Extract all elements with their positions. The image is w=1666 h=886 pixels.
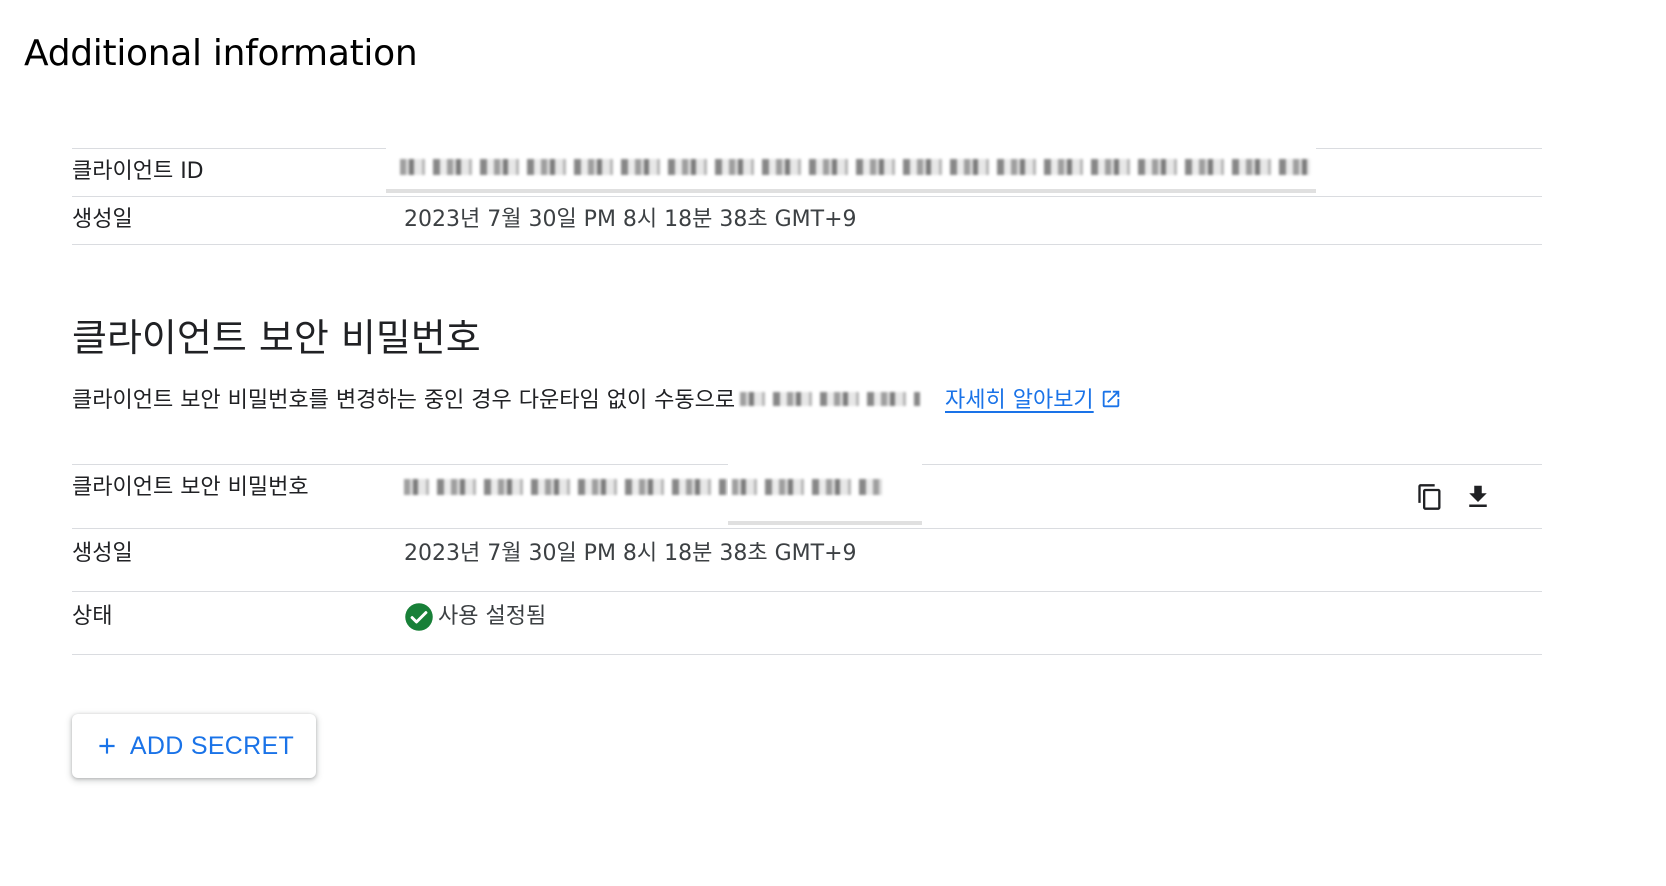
- secret-created-value: 2023년 7월 30일 PM 8시 18분 38초 GMT+9: [404, 541, 857, 566]
- client-id-row: 클라이언트 ID: [72, 141, 1542, 197]
- check-circle-icon: [405, 603, 433, 631]
- client-id-label: 클라이언트 ID: [72, 159, 204, 184]
- client-id-value-redacted[interactable]: [386, 141, 1316, 193]
- client-info-table: 클라이언트 ID 생성일 2023년 7월 30일 PM 8시 18분 38초 …: [72, 141, 1542, 245]
- secret-status-row: 상태 사용 설정됨: [72, 592, 1542, 655]
- redacted-text: [400, 159, 1310, 175]
- section-description: 클라이언트 보안 비밀번호를 변경하는 중인 경우 다운타임 없이 수동으로: [72, 385, 735, 417]
- redacted-text: [732, 479, 882, 495]
- client-created-label: 생성일: [72, 207, 133, 232]
- learn-more-link[interactable]: 자세히 알아보기: [945, 385, 1122, 417]
- page-title: Additional information: [24, 33, 418, 74]
- add-secret-button[interactable]: ADD SECRET: [72, 714, 316, 778]
- client-created-value: 2023년 7월 30일 PM 8시 18분 38초 GMT+9: [404, 207, 857, 232]
- client-created-row: 생성일 2023년 7월 30일 PM 8시 18분 38초 GMT+9: [72, 197, 1542, 245]
- secret-table: 클라이언트 보안 비밀번호 생성일 2023년 7월 30일 PM 8시 18분…: [72, 457, 1542, 655]
- status-label: 상태: [72, 604, 113, 629]
- open-in-new-icon: [1102, 390, 1119, 408]
- description-text: 클라이언트 보안 비밀번호를 변경하는 중인 경우 다운타임 없이 수동으로: [72, 388, 736, 413]
- plus-icon: [99, 738, 115, 754]
- secret-value-redacted-box[interactable]: [728, 457, 922, 525]
- download-icon: [1469, 485, 1487, 507]
- description-redacted: [740, 392, 920, 406]
- secret-label: 클라이언트 보안 비밀번호: [72, 475, 309, 500]
- copy-icon: [1418, 484, 1441, 510]
- add-secret-label: ADD SECRET: [129, 731, 295, 760]
- secret-value-redacted-a: [404, 479, 734, 495]
- secret-created-label: 생성일: [72, 541, 133, 566]
- download-secret-button[interactable]: [1458, 477, 1498, 517]
- status-value: 사용 설정됨: [404, 602, 546, 632]
- copy-secret-button[interactable]: [1410, 477, 1450, 517]
- secret-row: 클라이언트 보안 비밀번호: [72, 457, 1542, 529]
- learn-more-label: 자세히 알아보기: [945, 388, 1094, 413]
- secret-created-row: 생성일 2023년 7월 30일 PM 8시 18분 38초 GMT+9: [72, 529, 1542, 592]
- status-text: 사용 설정됨: [438, 604, 547, 629]
- section-heading: 클라이언트 보안 비밀번호: [72, 316, 481, 360]
